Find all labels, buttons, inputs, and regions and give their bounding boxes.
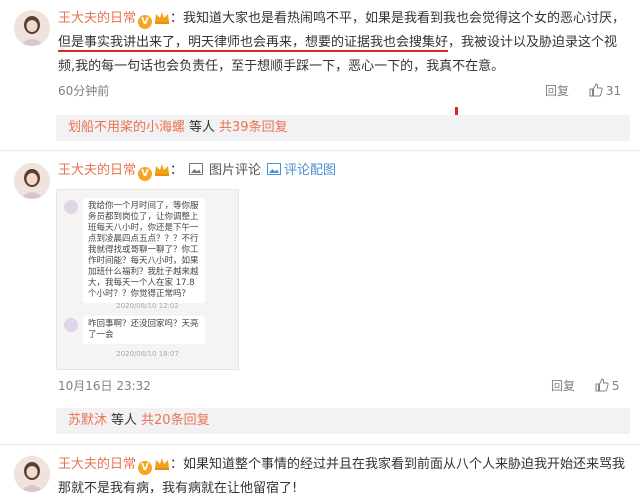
avatar[interactable]	[14, 163, 50, 199]
comment-time: 60分钟前	[58, 84, 110, 98]
chat-bubble: 咋回事啊？还没回家吗？天亮了一会	[83, 316, 205, 344]
chat-time: 2020/08/10 12:02	[116, 302, 179, 310]
username[interactable]: 王大夫的日常	[58, 457, 136, 472]
avatar-image	[14, 10, 50, 46]
reply-button[interactable]: 回复	[551, 379, 575, 393]
chat-avatar	[64, 318, 78, 332]
comment-text-underlined: 但是事实我讲出来了，明天律师也会再来，想要的证据我也会搜集好	[58, 35, 449, 52]
comment-image[interactable]: 我给你一个月时间了，等你服务员都到岗位了，让你调整上班每天八小时，你还是下午一点…	[56, 189, 239, 370]
comment-3-fulltext: 王大夫的日常 V ：如果知道整个事情的经过并且在我家看到前面从八个人来胁迫我开始还来…	[58, 453, 632, 500]
replies-summary[interactable]: 划船不用桨的小海螺 等人 共39条回复	[56, 115, 630, 141]
vip-v-icon: V	[138, 461, 153, 475]
reply-etc: 等人	[189, 120, 216, 135]
avatar[interactable]	[14, 10, 50, 46]
like-count: 31	[605, 84, 622, 98]
avatar-image	[14, 456, 50, 492]
vip-v-icon: V	[138, 167, 153, 181]
chat-time: 2020/08/10 18:07	[116, 350, 179, 358]
avatar-image	[14, 163, 50, 199]
comment-actions: 回复 31	[545, 82, 621, 99]
replies-summary[interactable]: 苏默沐 等人 共20条回复	[56, 408, 630, 434]
avatar[interactable]	[14, 456, 50, 492]
comment-2-header: 王大夫的日常 V ： 图片评论 评论配图	[58, 160, 336, 182]
chat-avatar	[64, 200, 78, 214]
chat-bubble: 我给你一个月时间了，等你服务员都到岗位了，让你调整上班每天八小时，你还是下午一点…	[83, 198, 205, 303]
picture-comment-label: 图片评论	[209, 163, 262, 178]
reply-etc: 等人	[111, 413, 138, 428]
thumbs-up-icon[interactable]	[589, 83, 603, 97]
reply-user[interactable]: 划船不用桨的小海螺	[68, 120, 185, 135]
crown-icon	[155, 164, 170, 176]
thumbs-up-icon[interactable]	[595, 378, 609, 392]
like-count: 5	[611, 379, 620, 393]
picture-icon	[189, 163, 204, 175]
comment-text: ：	[170, 163, 184, 178]
comment-time: 10月16日 23:32	[58, 379, 151, 393]
divider	[0, 150, 640, 151]
picture-icon	[267, 163, 282, 175]
reply-total-link[interactable]: 共39条回复	[219, 120, 288, 135]
divider	[0, 444, 640, 445]
view-picture-link[interactable]: 评论配图	[284, 163, 336, 178]
reply-total-link[interactable]: 共20条回复	[141, 413, 210, 428]
username[interactable]: 王大夫的日常	[58, 11, 136, 26]
reply-user[interactable]: 苏默沐	[68, 413, 107, 428]
comment-text: ：我知道大家也是看热闹鸣不平，如果是我看到我也会觉得这个女的恶心讨厌，	[170, 11, 626, 26]
crown-icon	[155, 12, 170, 24]
comment-1-fulltext: 王大夫的日常 V ：我知道大家也是看热闹鸣不平，如果是我看到我也会觉得这个女的恶心讨…	[58, 7, 632, 79]
vip-v-icon: V	[138, 15, 153, 29]
reply-button[interactable]: 回复	[545, 84, 569, 98]
crown-icon	[155, 458, 170, 470]
comment-actions: 回复 5	[551, 377, 619, 394]
username[interactable]: 王大夫的日常	[58, 163, 136, 178]
